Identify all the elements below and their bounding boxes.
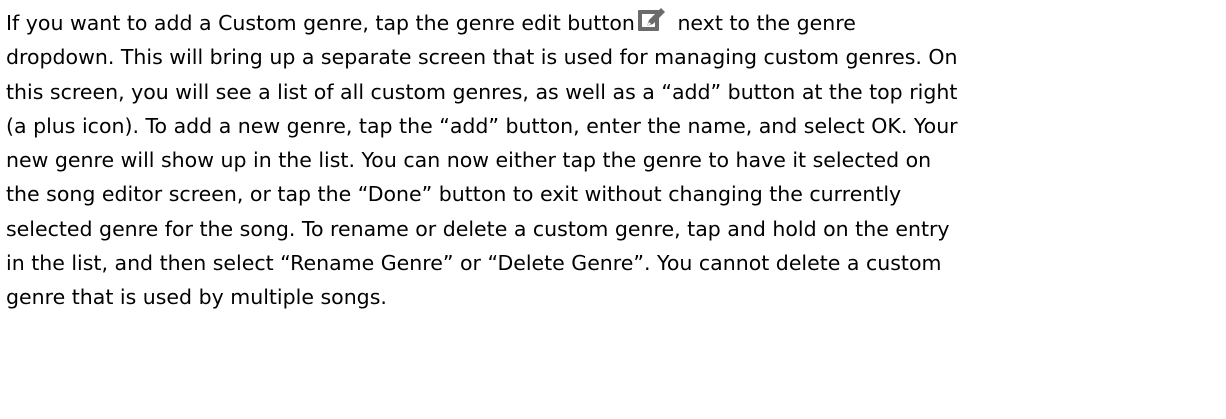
paragraph-line-4: (a plus icon). To add a new genre, tap t…	[6, 113, 958, 138]
paragraph-line-1: If you want to add a Custom genre, tap t…	[6, 6, 1220, 40]
paragraph-line-2: dropdown. This will bring up a separate …	[6, 45, 958, 70]
line1-text-after-icon: next to the genre	[670, 11, 856, 35]
paragraph-line-6: the song editor screen, or tap the “Done…	[6, 182, 902, 207]
paragraph-line-7: selected genre for the song. To rename o…	[6, 216, 950, 241]
document-paragraph: If you want to add a Custom genre, tap t…	[6, 6, 1220, 315]
paragraph-line-9: genre that is used by multiple songs.	[6, 285, 387, 310]
paragraph-line-5: new genre will show up in the list. You …	[6, 148, 932, 173]
paragraph-line-3: this screen, you will see a list of all …	[6, 79, 958, 104]
edit-pencil-icon	[637, 7, 667, 33]
line1-text-before-icon: If you want to add a Custom genre, tap t…	[6, 11, 635, 35]
paragraph-line-8: in the list, and then select “Rename Gen…	[6, 251, 942, 276]
